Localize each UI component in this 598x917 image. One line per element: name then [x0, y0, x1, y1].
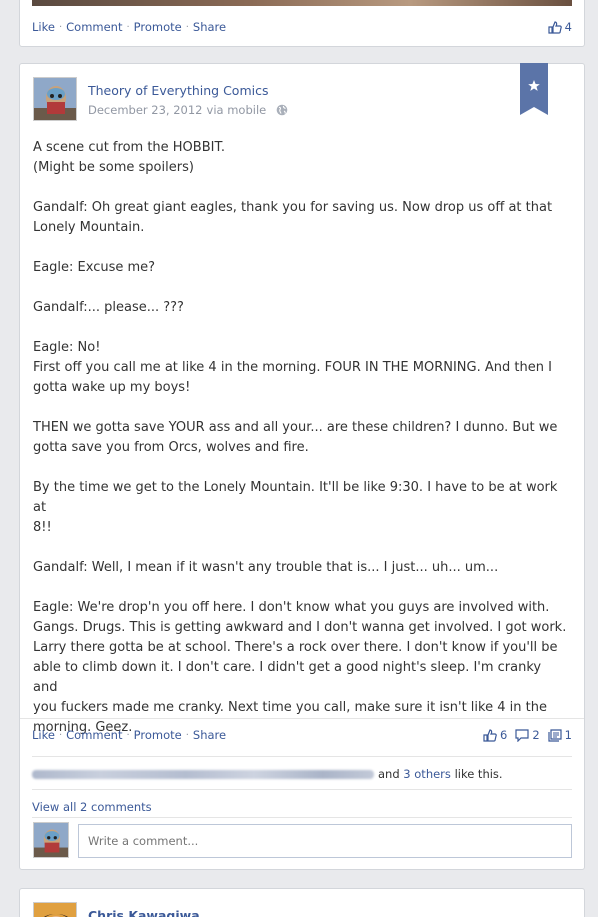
blurred-liker-names[interactable]	[32, 769, 374, 779]
likers-row: and 3 others like this.	[32, 767, 503, 781]
next-author-avatar[interactable]	[33, 902, 77, 917]
share-icon	[548, 728, 562, 742]
share-link[interactable]: Share	[193, 20, 226, 34]
separator-dot: ·	[185, 729, 189, 741]
share-link[interactable]: Share	[193, 728, 226, 742]
promote-link[interactable]: Promote	[134, 728, 182, 742]
commenter-avatar[interactable]	[33, 822, 69, 858]
post-via: via mobile	[206, 103, 267, 117]
shares-count[interactable]: 1	[548, 728, 572, 742]
divider	[32, 756, 572, 757]
others-link[interactable]: 3 others	[403, 767, 451, 781]
next-post-author[interactable]: Chris Kawagiwa	[88, 908, 200, 917]
likes-count[interactable]: 4	[548, 20, 572, 34]
separator-dot: ·	[126, 729, 130, 741]
view-all-comments-link[interactable]: View all 2 comments	[32, 800, 152, 814]
previous-post-card: Like · Comment · Promote · Share 4	[19, 0, 585, 47]
post-date[interactable]: December 23, 2012	[88, 103, 203, 117]
page-avatar[interactable]	[33, 77, 77, 121]
comment-input[interactable]	[78, 824, 572, 858]
likes-count[interactable]: 6	[483, 728, 507, 742]
comment-link[interactable]: Comment	[66, 20, 122, 34]
next-post-card: Chris Kawagiwa	[19, 888, 585, 917]
previous-post-image[interactable]	[32, 0, 572, 6]
post-card: Theory of Everything Comics December 23,…	[19, 63, 585, 870]
separator-dot: ·	[58, 729, 63, 741]
divider	[32, 789, 572, 790]
comment-bubble-icon	[515, 728, 529, 742]
globe-icon[interactable]	[276, 104, 288, 116]
like-link[interactable]: Like	[32, 20, 55, 34]
comment-link[interactable]: Comment	[66, 728, 122, 742]
thumbs-up-icon	[483, 728, 497, 742]
post-body: A scene cut from the HOBBIT. (Might be s…	[33, 140, 567, 735]
divider	[32, 817, 572, 818]
promote-link[interactable]: Promote	[134, 20, 182, 34]
post-meta: December 23, 2012 via mobile	[88, 103, 288, 117]
star-bookmark-icon[interactable]	[520, 63, 548, 115]
thumbs-up-icon	[548, 20, 562, 34]
separator-dot: ·	[126, 21, 130, 33]
like-link[interactable]: Like	[32, 728, 55, 742]
divider	[20, 718, 584, 719]
post-author[interactable]: Theory of Everything Comics	[88, 83, 269, 98]
separator-dot: ·	[58, 21, 63, 33]
comments-count[interactable]: 2	[515, 728, 540, 742]
separator-dot: ·	[185, 21, 189, 33]
